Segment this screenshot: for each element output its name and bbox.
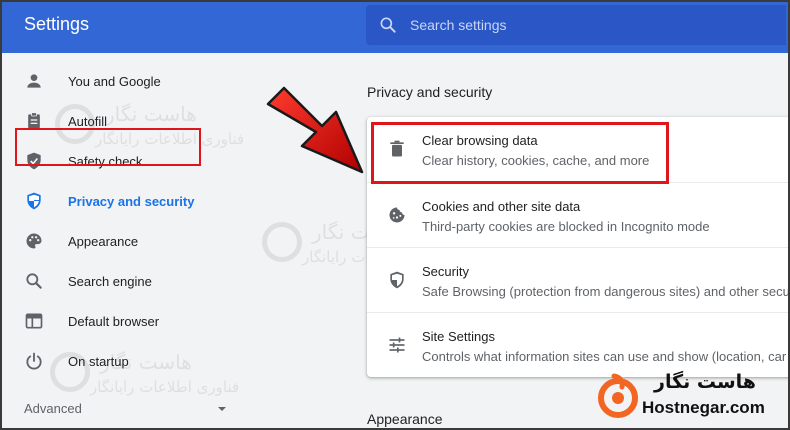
sidebar-item-you-and-google[interactable]: You and Google bbox=[0, 61, 260, 101]
power-icon bbox=[26, 352, 42, 370]
person-icon bbox=[27, 74, 41, 88]
row-security[interactable]: Security Safe Browsing (protection from … bbox=[367, 247, 790, 312]
sidebar-item-default-browser[interactable]: Default browser bbox=[0, 301, 260, 341]
brand-name-fa: هاست نگار bbox=[654, 371, 756, 393]
sidebar-item-label: Search engine bbox=[68, 273, 152, 289]
row-site-settings[interactable]: Site Settings Controls what information … bbox=[367, 312, 790, 377]
chevron-down-icon[interactable] bbox=[216, 403, 228, 415]
search-icon bbox=[380, 17, 396, 33]
section-title-appearance: Appearance bbox=[367, 411, 443, 427]
search-bar[interactable] bbox=[366, 5, 786, 45]
brand-name-en: Hostnegar.com bbox=[642, 398, 765, 417]
section-title-privacy: Privacy and security bbox=[367, 84, 493, 100]
row-title: Site Settings bbox=[422, 329, 495, 344]
shield-icon bbox=[27, 192, 41, 210]
row-title: Cookies and other site data bbox=[422, 199, 581, 214]
search-input[interactable] bbox=[410, 5, 770, 45]
shield-icon bbox=[390, 271, 404, 289]
browser-window-icon bbox=[25, 313, 43, 329]
clear-data-highlight-box bbox=[371, 122, 669, 184]
app-header: Settings bbox=[0, 0, 790, 53]
sidebar-item-appearance[interactable]: Appearance bbox=[0, 221, 260, 261]
sidebar-item-label: Appearance bbox=[68, 233, 139, 249]
sidebar-item-privacy-and-security[interactable]: Privacy and security bbox=[0, 181, 260, 221]
watermark-title: هاست نگار bbox=[105, 102, 197, 126]
brand-logo: هاست نگار Hostnegar.com bbox=[596, 371, 790, 423]
search-icon bbox=[26, 273, 42, 289]
watermark-subtitle: فناوری اطلاعات رایانگار bbox=[90, 378, 240, 396]
row-subtitle: Controls what information sites can use … bbox=[422, 349, 787, 364]
app-title: Settings bbox=[24, 14, 90, 34]
sidebar-item-label: Default browser bbox=[68, 313, 160, 329]
advanced-toggle[interactable]: Advanced bbox=[24, 401, 82, 416]
sidebar-item-label: Privacy and security bbox=[68, 193, 195, 209]
sidebar-item-search-engine[interactable]: Search engine bbox=[0, 261, 260, 301]
sidebar-item-label: You and Google bbox=[68, 73, 161, 89]
row-cookies-and-site-data[interactable]: Cookies and other site data Third-party … bbox=[367, 182, 790, 247]
row-subtitle: Third-party cookies are blocked in Incog… bbox=[422, 219, 710, 234]
row-title: Security bbox=[422, 264, 469, 279]
sliders-icon bbox=[389, 337, 405, 353]
row-subtitle: Safe Browsing (protection from dangerous… bbox=[422, 284, 790, 299]
palette-icon bbox=[26, 233, 42, 249]
cookie-icon bbox=[389, 207, 405, 223]
watermark-subtitle: فناوری اطلاعات رایانگار bbox=[95, 130, 245, 148]
watermark-title: هاست نگار bbox=[100, 350, 192, 374]
red-arrow-icon bbox=[266, 86, 364, 174]
brand-logo-icon bbox=[598, 373, 638, 418]
